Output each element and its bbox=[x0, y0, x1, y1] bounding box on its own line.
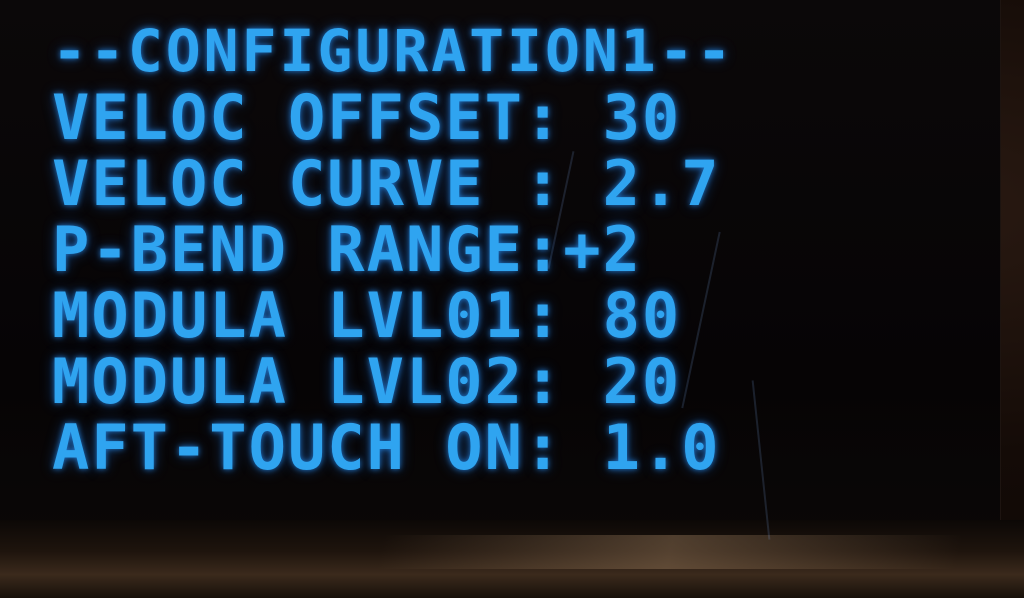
row-separator: : bbox=[523, 80, 564, 154]
menu-title: --CONFIGURATION1-- bbox=[52, 17, 735, 85]
menu-row-veloc-offset: VELOC OFFSET: 30 bbox=[52, 81, 735, 154]
row-label: VELOC CURVE bbox=[52, 146, 524, 220]
device-photo: --CONFIGURATION1-- VELOC OFFSET: 30 VELO… bbox=[0, 0, 1024, 598]
row-separator: : bbox=[523, 278, 564, 352]
row-value: +2 bbox=[563, 213, 642, 286]
row-value-text: 1.0 bbox=[602, 410, 721, 484]
row-separator: : bbox=[523, 410, 564, 484]
menu-row-aft-touch-on: AFT-TOUCH ON: 1.0 bbox=[52, 411, 735, 484]
row-value: 2.7 bbox=[563, 147, 720, 220]
row-separator: : bbox=[523, 146, 564, 220]
row-separator: : bbox=[523, 344, 564, 418]
menu-row-veloc-curve: VELOC CURVE : 2.7 bbox=[52, 147, 735, 220]
row-value: 30 bbox=[563, 81, 681, 154]
menu-row-modula-lvl02: MODULA LVL02: 20 bbox=[52, 345, 735, 418]
row-separator: : bbox=[523, 212, 564, 286]
row-value-text: 20 bbox=[602, 344, 682, 418]
row-label: P-BEND RANGE bbox=[52, 212, 524, 286]
menu-row-p-bend-range: P-BEND RANGE: +2 bbox=[52, 213, 735, 286]
row-value: 80 bbox=[563, 279, 681, 352]
bezel-reflection bbox=[376, 535, 964, 569]
menu-row-modula-lvl01: MODULA LVL01: 80 bbox=[52, 279, 735, 352]
config-menu: --CONFIGURATION1-- VELOC OFFSET: 30 VELO… bbox=[52, 17, 735, 484]
menu-title-text: --CONFIGURATION1-- bbox=[52, 17, 735, 85]
row-label: MODULA LVL02 bbox=[52, 344, 524, 418]
row-value-text: 30 bbox=[602, 80, 682, 154]
row-value-text: 80 bbox=[602, 278, 682, 352]
row-value: 20 bbox=[563, 345, 681, 418]
row-label: AFT-TOUCH ON bbox=[52, 410, 524, 484]
row-value-text: +2 bbox=[563, 212, 642, 286]
row-value: 1.0 bbox=[563, 411, 720, 484]
row-label: VELOC OFFSET bbox=[52, 80, 524, 154]
row-value-text: 2.7 bbox=[602, 146, 721, 220]
row-label: MODULA LVL01 bbox=[52, 278, 524, 352]
